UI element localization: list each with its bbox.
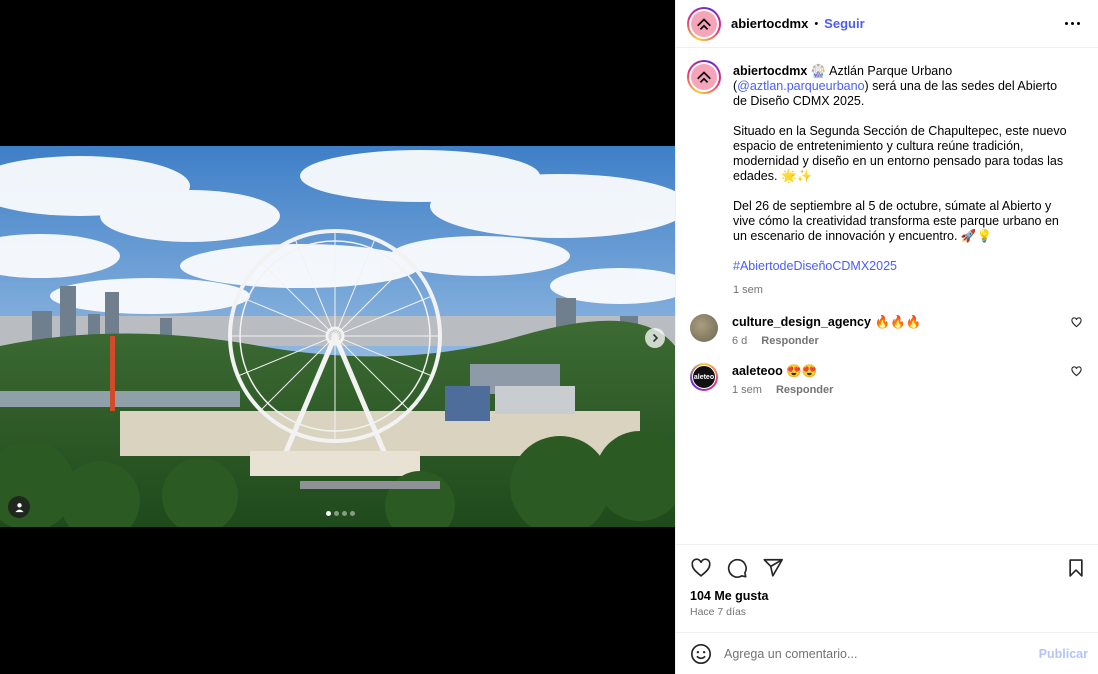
likes-count[interactable]: 104 Me gusta — [690, 589, 1086, 603]
post-details-pane: abiertocdmx • Seguir abiertocdmx 🎡 Aztlá… — [675, 0, 1098, 674]
chevron-right-icon — [652, 333, 659, 343]
comment-like-icon[interactable] — [1071, 366, 1082, 377]
post-actions: 104 Me gusta Hace 7 días — [676, 544, 1098, 632]
carousel-dot — [350, 511, 355, 516]
author-username[interactable]: abiertocdmx — [731, 16, 808, 31]
more-options-icon[interactable] — [1061, 18, 1084, 29]
abierto-logo-icon — [697, 71, 711, 84]
caption-time: 1 sem — [733, 284, 763, 296]
carousel-dot — [326, 511, 331, 516]
carousel-dot — [342, 511, 347, 516]
commenter-avatar[interactable]: aleteo — [690, 363, 718, 391]
comment-item: aleteo aaleteoo 😍😍 1 sem Responder — [687, 363, 1084, 396]
carousel-dot — [334, 511, 339, 516]
add-comment-bar: Publicar — [676, 632, 1098, 674]
commenter-username[interactable]: aaleteoo — [732, 364, 783, 378]
post-caption: abiertocdmx 🎡 Aztlán Parque Urbano (@azt… — [687, 60, 1084, 298]
header-separator: • — [814, 17, 819, 30]
comment-text: 😍😍 — [786, 364, 818, 378]
instagram-post-modal: abiertocdmx • Seguir abiertocdmx 🎡 Aztlá… — [0, 0, 1098, 674]
caption-text: abiertocdmx 🎡 Aztlán Parque Urbano (@azt… — [733, 60, 1073, 298]
comment-bubble-icon[interactable] — [726, 557, 748, 579]
follow-button[interactable]: Seguir — [824, 16, 864, 31]
post-date: Hace 7 días — [690, 606, 747, 618]
heart-icon[interactable] — [690, 557, 712, 579]
caption-paragraph-3: Del 26 de septiembre al 5 de octubre, sú… — [733, 199, 1059, 243]
caption-username[interactable]: abiertocdmx — [733, 64, 807, 78]
post-photo — [0, 146, 675, 527]
commenter-avatar[interactable] — [690, 314, 718, 342]
author-avatar[interactable] — [687, 6, 721, 41]
publish-button[interactable]: Publicar — [1039, 647, 1088, 661]
aleteo-logo-text: aleteo — [693, 373, 715, 381]
hashtag-link[interactable]: #AbiertodeDiseñoCDMX2025 — [733, 259, 897, 273]
carousel-indicator — [326, 511, 355, 516]
paper-plane-icon[interactable] — [762, 557, 784, 579]
comment-time: 6 d — [732, 335, 748, 347]
caption-paragraph-2: Situado en la Segunda Sección de Chapult… — [733, 124, 1067, 183]
comment-input[interactable] — [724, 646, 1039, 661]
comment-time: 1 sem — [732, 384, 762, 396]
smiley-icon[interactable] — [690, 643, 712, 665]
comment-like-icon[interactable] — [1071, 317, 1082, 328]
caption-author-avatar[interactable] — [687, 60, 721, 94]
comments-section: abiertocdmx 🎡 Aztlán Parque Urbano (@azt… — [676, 48, 1098, 544]
commenter-username[interactable]: culture_design_agency — [732, 315, 871, 329]
tagged-people-button[interactable] — [8, 496, 30, 518]
next-slide-button[interactable] — [645, 328, 665, 348]
post-media-pane — [0, 0, 675, 674]
comment-item: culture_design_agency 🔥🔥🔥 6 d Responder — [687, 314, 1084, 347]
mention-link[interactable]: @aztlan.parqueurbano — [737, 79, 864, 93]
reply-button[interactable]: Responder — [761, 335, 818, 347]
comment-text: 🔥🔥🔥 — [874, 315, 922, 329]
bookmark-icon[interactable] — [1066, 558, 1086, 578]
reply-button[interactable]: Responder — [776, 384, 833, 396]
person-tag-icon — [14, 502, 24, 512]
abierto-logo-icon — [697, 17, 711, 30]
post-header: abiertocdmx • Seguir — [676, 0, 1098, 48]
